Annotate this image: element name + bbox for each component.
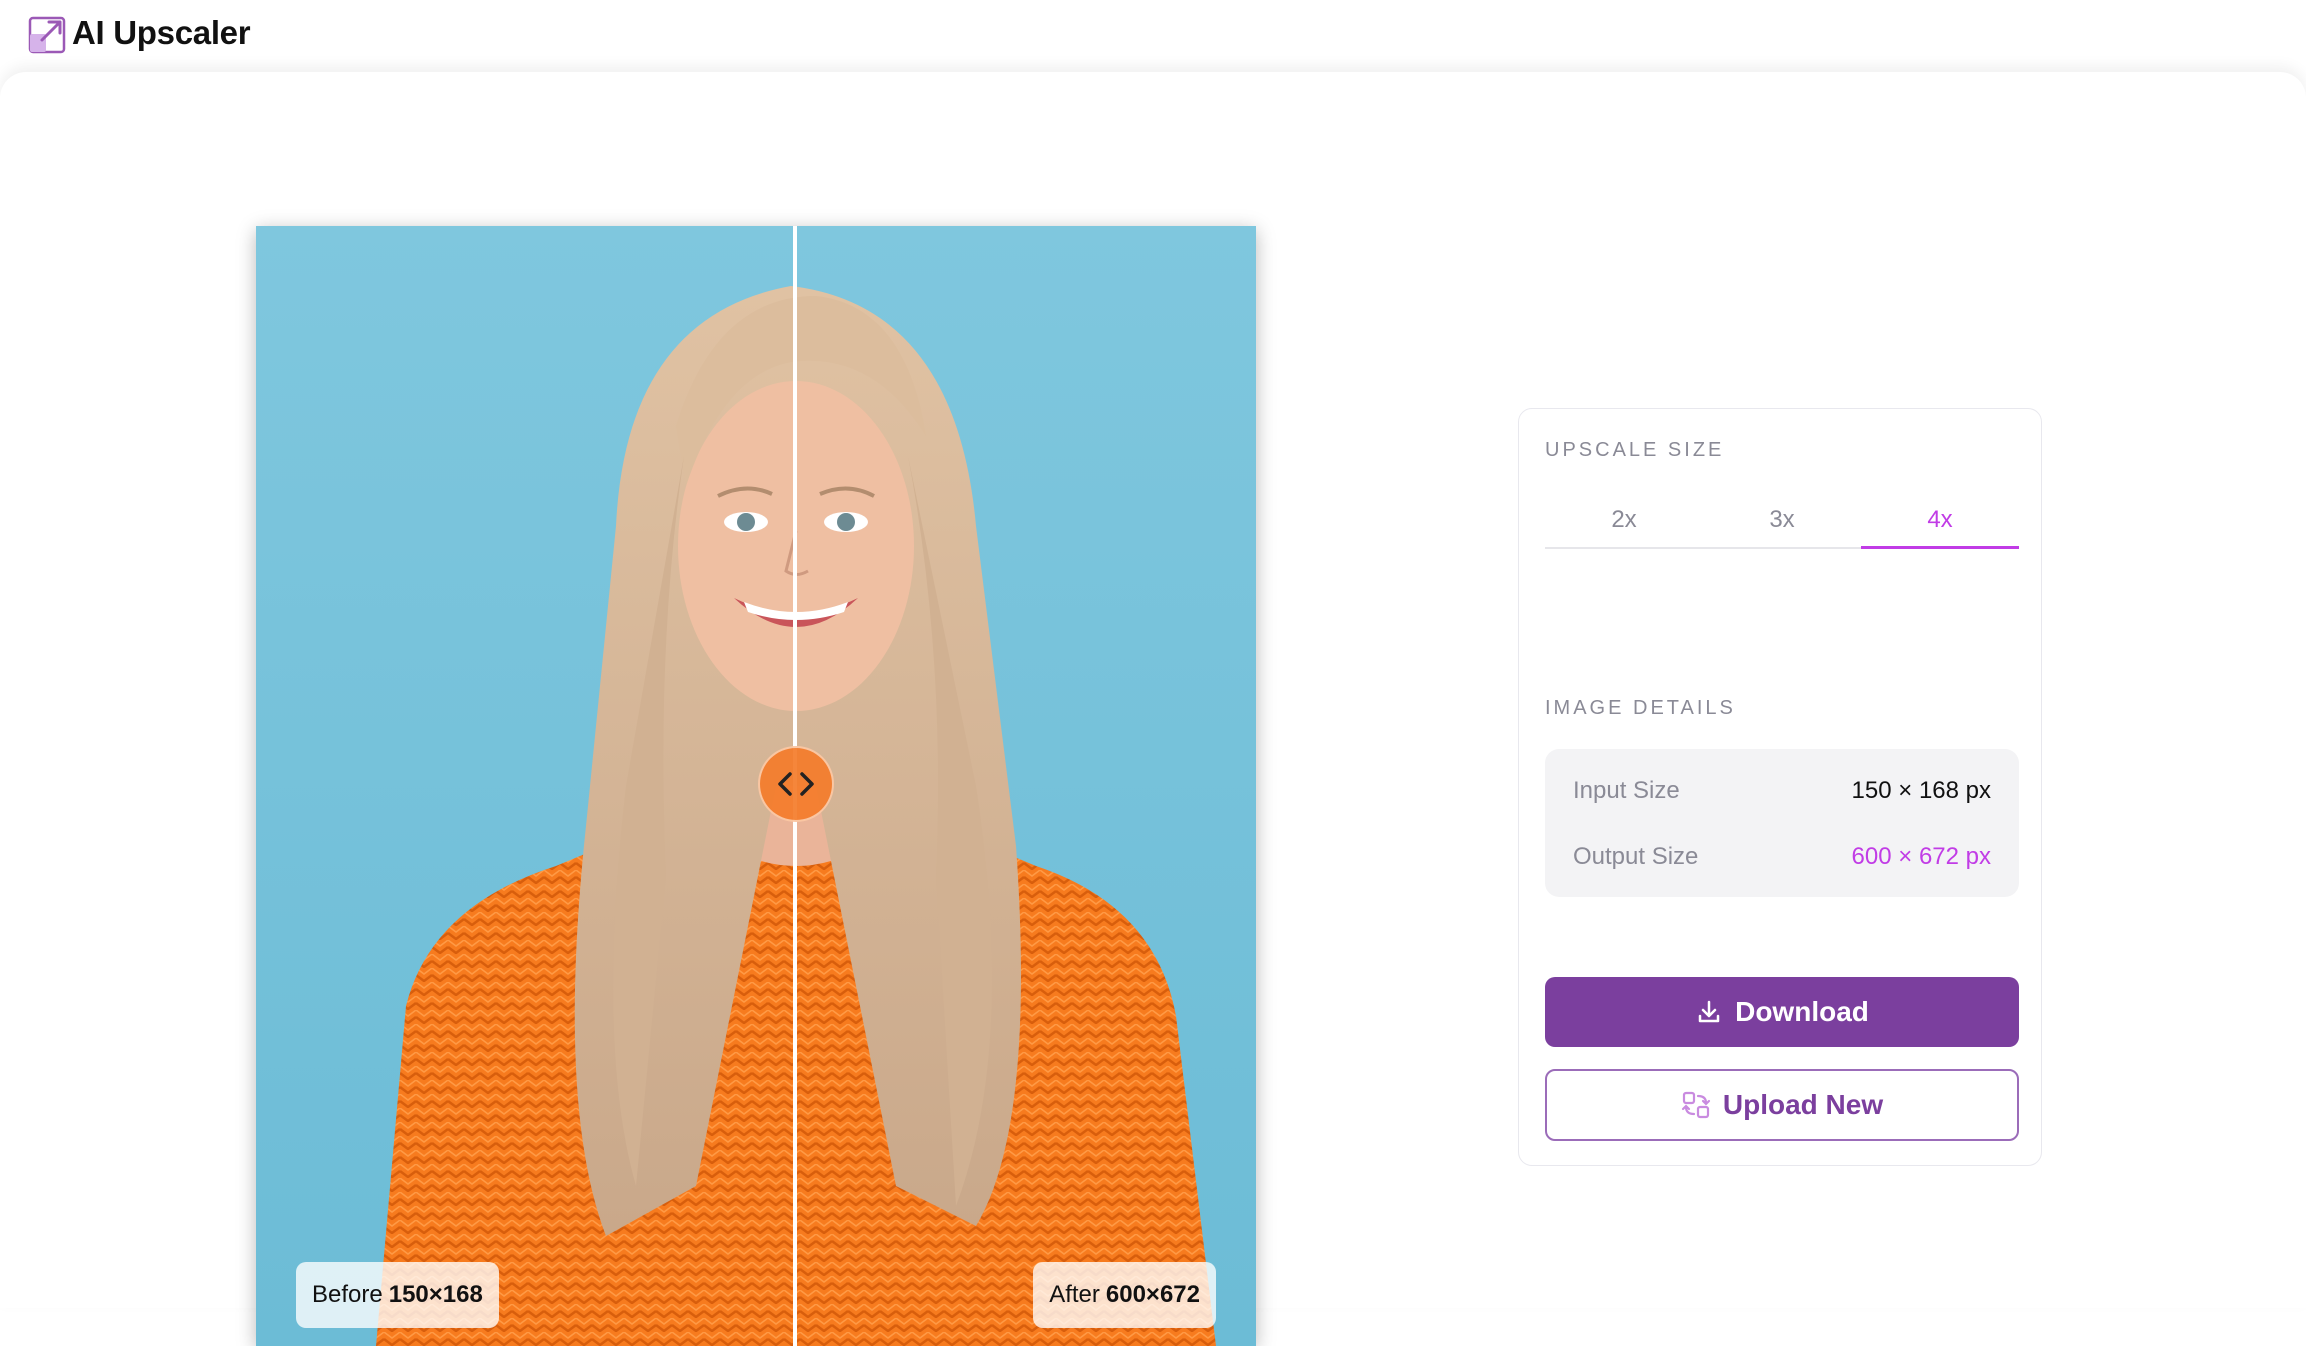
app-title: AI Upscaler <box>72 14 251 51</box>
output-size-label: Output Size <box>1573 843 1699 870</box>
after-label: After <box>1049 1281 1100 1308</box>
settings-panel: UPSCALE SIZE 2x 3x 4x IMAGE DETAILS Inpu… <box>1518 408 2042 1166</box>
output-size-value: 600 × 672 px <box>1851 843 1991 870</box>
before-label: Before <box>312 1281 383 1308</box>
upload-new-button[interactable]: Upload New <box>1545 1069 2019 1141</box>
image-details-box: Input Size 150 × 168 px Output Size 600 … <box>1545 749 2019 897</box>
portrait-photo <box>256 226 1256 1346</box>
expand-arrow-icon <box>28 16 66 54</box>
input-size-label: Input Size <box>1573 777 1680 804</box>
after-tag: After 600×672 <box>1033 1262 1216 1328</box>
app-header: AI Upscaler <box>0 0 2306 72</box>
before-after-compare[interactable]: Before 150×168 After 600×672 <box>256 226 1256 1346</box>
input-size-value: 150 × 168 px <box>1851 777 1991 804</box>
upscale-size-heading: UPSCALE SIZE <box>1545 439 1725 461</box>
download-label: Download <box>1735 996 1869 1027</box>
upload-new-label: Upload New <box>1722 1089 1884 1120</box>
tab-4x[interactable]: 4x <box>1861 493 2019 549</box>
compare-arrows-icon <box>778 772 814 796</box>
before-size: 150×168 <box>388 1281 483 1308</box>
compare-handle[interactable] <box>758 746 834 822</box>
input-size-row: Input Size 150 × 168 px <box>1573 771 1991 811</box>
replace-image-icon <box>1681 1091 1710 1119</box>
tab-2x[interactable]: 2x <box>1545 493 1703 547</box>
scale-tabs: 2x 3x 4x <box>1545 493 2019 549</box>
download-icon <box>1698 1000 1720 1023</box>
image-details-heading: IMAGE DETAILS <box>1545 697 1736 719</box>
download-button[interactable]: Download <box>1545 977 2019 1047</box>
tab-3x[interactable]: 3x <box>1703 493 1861 547</box>
output-size-row: Output Size 600 × 672 px <box>1573 837 1991 877</box>
after-size: 600×672 <box>1105 1281 1200 1308</box>
before-tag: Before 150×168 <box>296 1262 499 1328</box>
main-area: Before 150×168 After 600×672 UPSCALE SIZ… <box>0 72 2306 1346</box>
